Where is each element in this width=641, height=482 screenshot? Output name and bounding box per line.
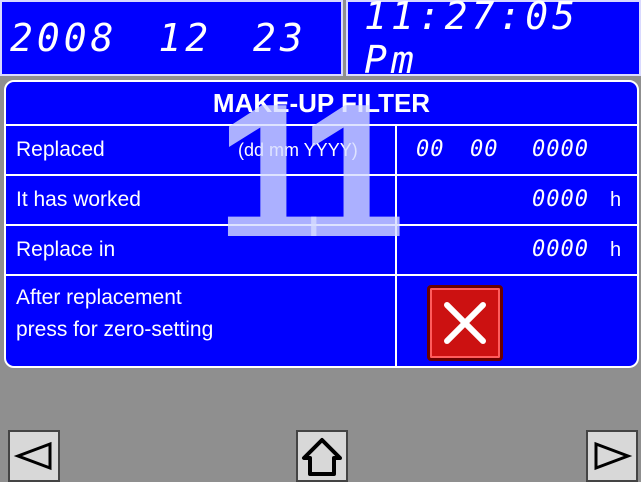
replaced-label: Replaced <box>16 138 105 161</box>
zero-setting-row: After replacement press for zero-setting <box>6 276 637 366</box>
back-button[interactable] <box>8 430 60 482</box>
date-display: 2008 12 23 <box>0 0 343 76</box>
replace-in-row: Replace in 0000 h <box>6 226 637 276</box>
zero-setting-button[interactable] <box>427 285 503 361</box>
column-divider <box>395 126 397 366</box>
worked-row: It has worked 0000 h <box>6 176 637 226</box>
filter-panel: MAKE-UP FILTER Replaced (dd mm YYYY) 00 … <box>4 80 639 368</box>
time-display: 11:27:05 Pm <box>346 0 641 82</box>
zero-setting-label-line1: After replacement <box>16 286 182 309</box>
worked-label: It has worked <box>16 188 141 211</box>
replaced-year: 0000 <box>532 137 589 162</box>
arrow-left-icon <box>13 441 52 471</box>
forward-button[interactable] <box>586 430 638 482</box>
home-button[interactable] <box>296 430 348 482</box>
arrow-right-icon <box>594 441 633 471</box>
zero-setting-label-line2: press for zero-setting <box>16 318 214 341</box>
replace-in-label: Replace in <box>16 238 116 261</box>
replace-in-unit: h <box>610 239 622 261</box>
worked-unit: h <box>610 189 622 211</box>
replaced-month: 00 <box>470 137 499 162</box>
worked-hours: 0000 <box>532 187 589 212</box>
replaced-row: Replaced (dd mm YYYY) 00 00 0000 <box>6 126 637 176</box>
replaced-day: 00 <box>416 137 445 162</box>
date-format-hint: (dd mm YYYY) <box>238 140 358 160</box>
replace-in-hours: 0000 <box>532 237 589 262</box>
close-icon <box>444 302 486 344</box>
home-icon <box>302 438 342 476</box>
panel-title: MAKE-UP FILTER <box>6 82 637 126</box>
